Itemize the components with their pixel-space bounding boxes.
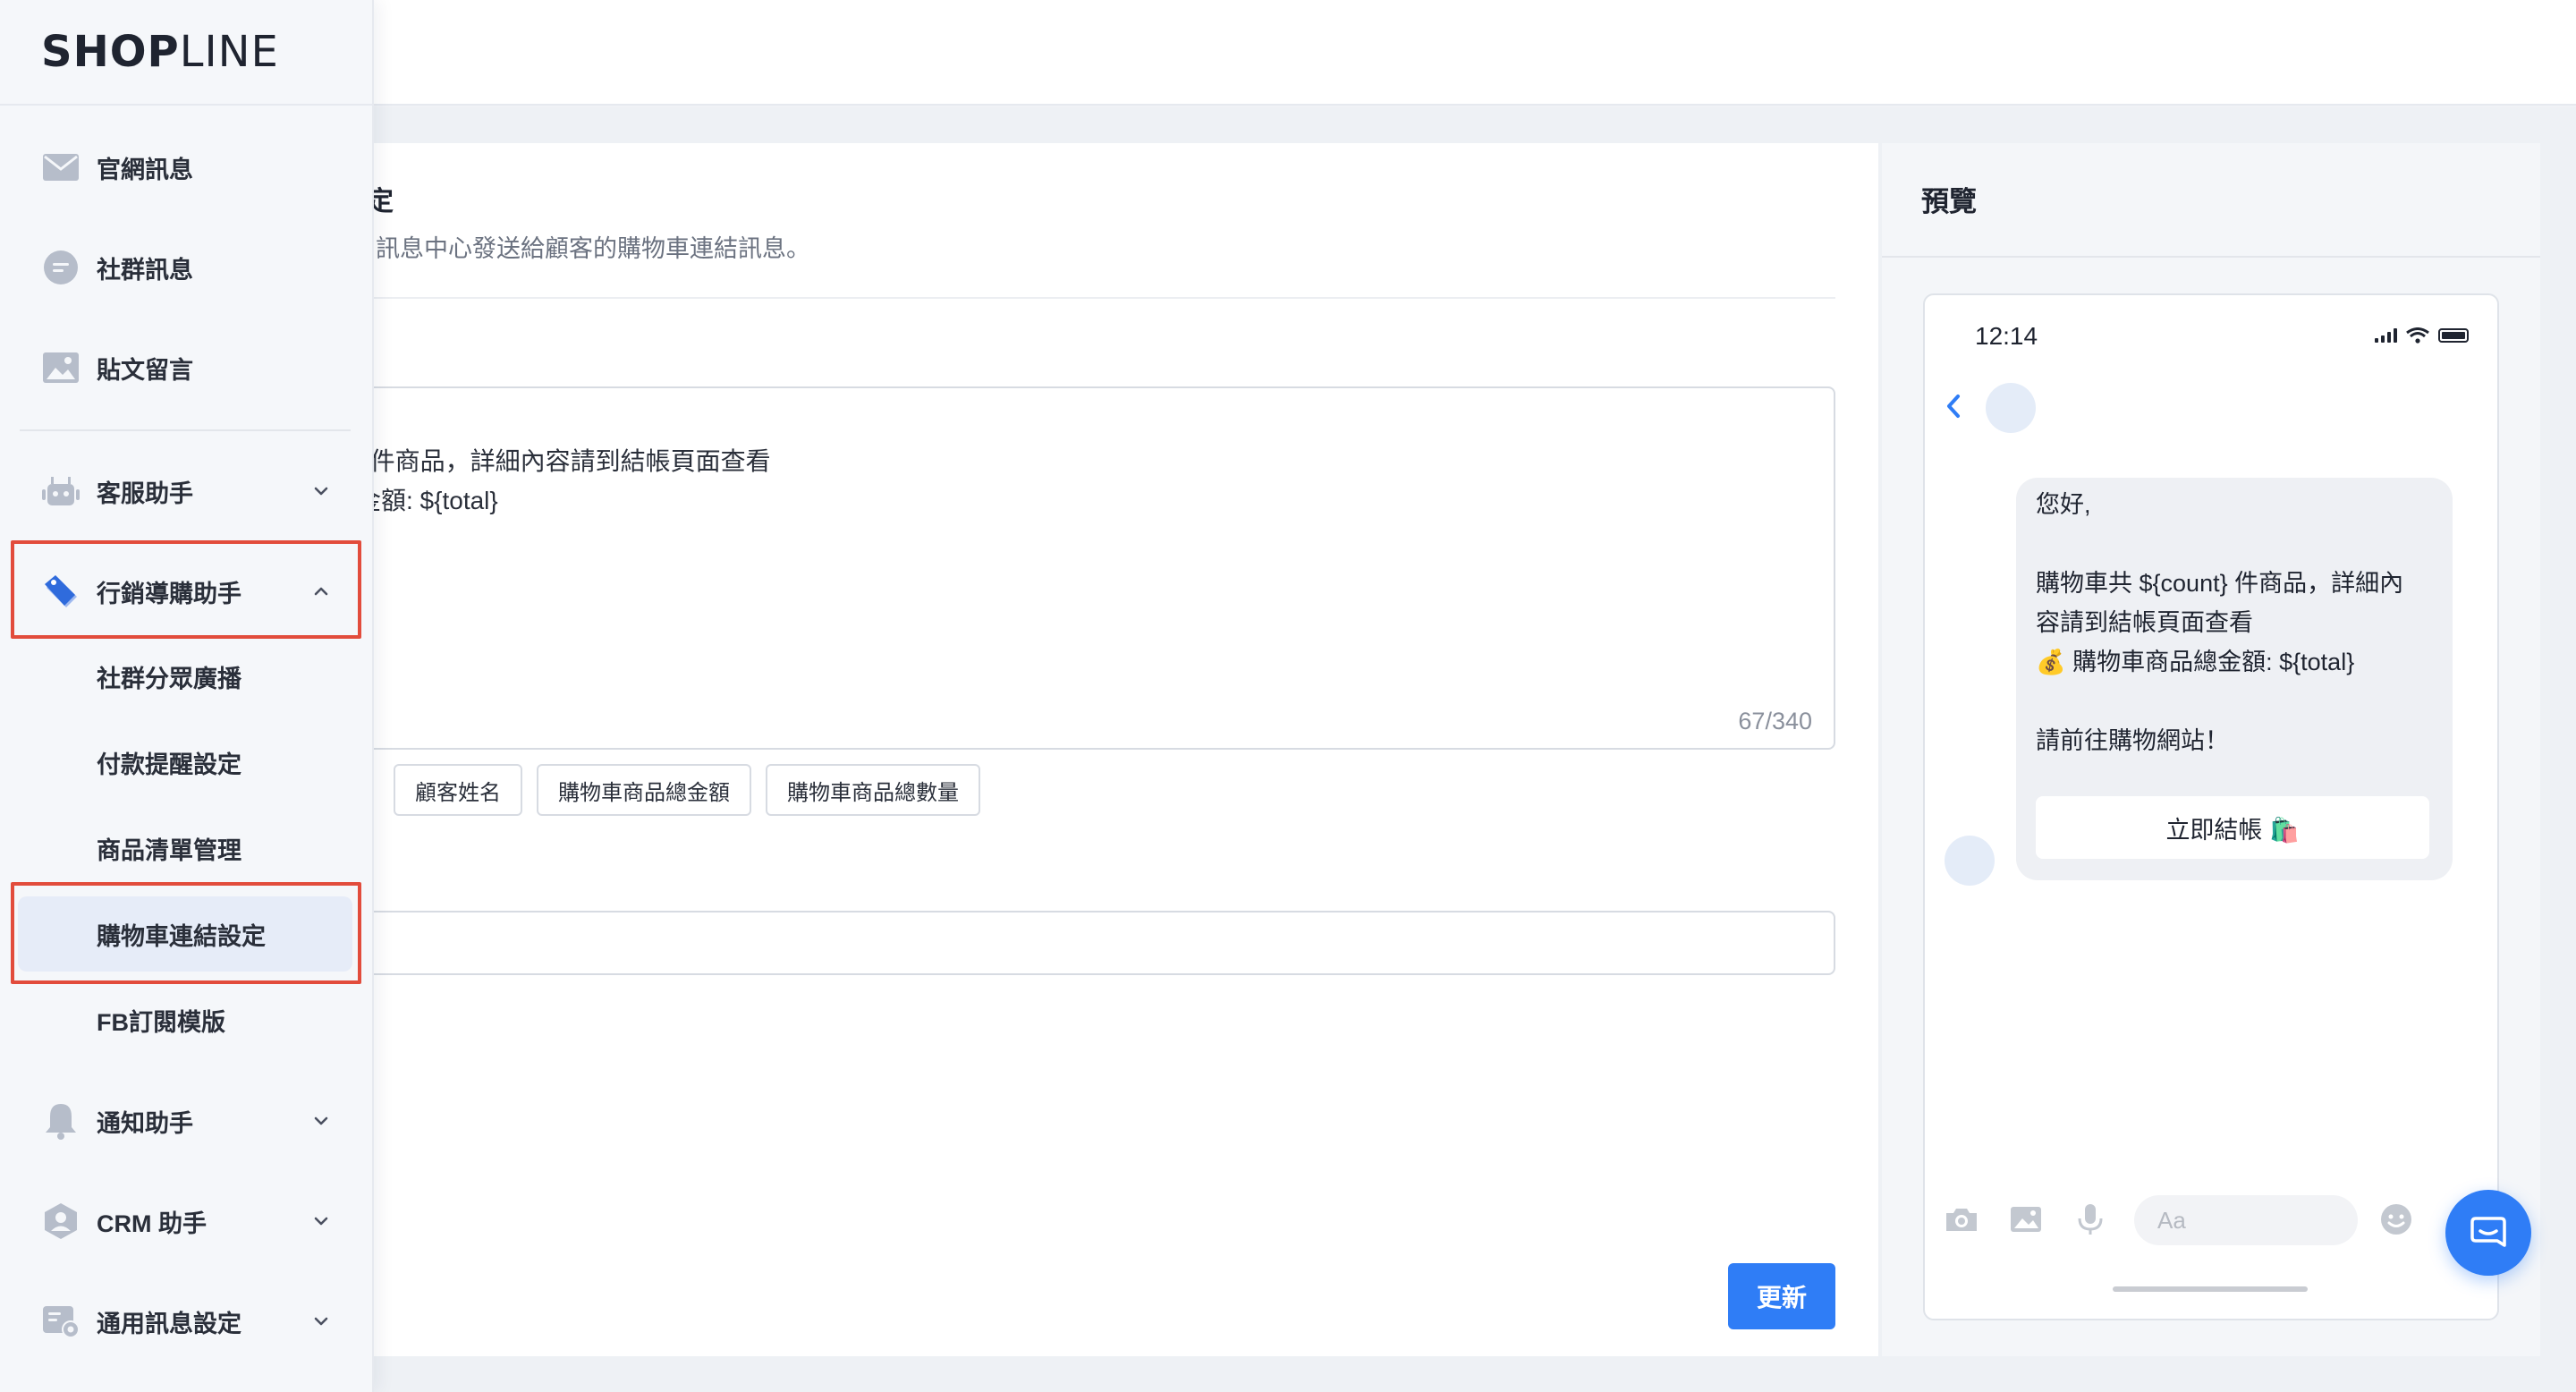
image-icon[interactable] — [2005, 1199, 2046, 1240]
camera-icon[interactable] — [1941, 1199, 1982, 1240]
preview-header: 預覽 — [1882, 143, 2540, 258]
sidebar-item-general-settings[interactable]: 通用訊息設定 — [18, 1281, 358, 1362]
chat-bubble-icon — [41, 248, 80, 287]
sidebar-item-crm-assistant[interactable]: CRM 助手 — [18, 1181, 358, 1261]
shopline-logo[interactable]: SHOPLINE — [41, 27, 279, 77]
sidebar-item-cs-assistant[interactable]: 客服助手 — [18, 451, 358, 531]
sidebar-item-label: CRM 助手 — [97, 1210, 207, 1237]
sidebar-item-label: 社群訊息 — [97, 256, 193, 284]
section-description: 訊息中心發送給顧客的購物車連結訊息。 — [376, 235, 810, 262]
link-input[interactable] — [304, 911, 1835, 975]
sidebar-item-label: 官網訊息 — [97, 156, 193, 183]
avatar — [1986, 383, 2036, 433]
sidebar-subitem-cart-link-settings[interactable]: 購物車連結設定 — [18, 896, 352, 972]
sidebar-subitem-fb-template[interactable]: FB訂閱模版 — [18, 982, 352, 1057]
wifi-icon — [2406, 327, 2429, 344]
message-line: ount} 件商品，詳細內容請到結帳頁面查看 — [306, 447, 771, 475]
sidebar-item-label: 通知助手 — [97, 1109, 193, 1137]
sidebar-divider — [20, 429, 351, 431]
chevron-down-icon — [314, 487, 328, 496]
sidebar: SHOPLINE 官網訊息 社群訊息 貼文留言 客服助手 行銷導購助手 社群分眾… — [0, 0, 374, 1392]
robot-icon — [41, 471, 80, 511]
sidebar-item-label: 行銷導購助手 — [97, 580, 242, 607]
mail-icon — [41, 148, 80, 187]
sidebar-item-post-comments[interactable]: 貼文留言 — [18, 327, 358, 408]
sidebar-subitem-product-list[interactable]: 商品清單管理 — [18, 811, 352, 886]
message-textarea[interactable]: ount} 件商品，詳細內容請到結帳頁面查看 品總金額: ${total} 站！… — [304, 386, 1835, 750]
bell-icon — [41, 1101, 80, 1141]
bubble-line: 容請到結帳頁面查看 — [2036, 609, 2253, 636]
battery-icon — [2438, 328, 2469, 343]
sidebar-item-label: 客服助手 — [97, 480, 193, 507]
tag-icon — [41, 572, 80, 611]
sidebar-item-social-messages[interactable]: 社群訊息 — [18, 227, 358, 308]
image-icon — [41, 348, 80, 387]
sidebar-subitem-label: 購物車連結設定 — [97, 922, 266, 950]
chat-icon — [2470, 1217, 2506, 1247]
bubble-line: 💰 購物車商品總金額: ${total} — [2036, 649, 2355, 675]
message-composer: Aa — [1925, 1190, 2497, 1252]
bubble-greeting: 您好, — [2036, 491, 2091, 518]
chevron-up-icon — [314, 587, 328, 596]
preview-title: 預覽 — [1921, 186, 1977, 217]
sidebar-subitem-payment-reminder[interactable]: 付款提醒設定 — [18, 725, 352, 800]
sidebar-subitem-label: 付款提醒設定 — [97, 751, 242, 778]
chat-support-button[interactable] — [2445, 1190, 2531, 1276]
signal-icon — [2375, 328, 2397, 343]
status-icons — [2375, 327, 2469, 344]
settings-card-icon — [41, 1302, 80, 1341]
chevron-down-icon — [314, 1116, 328, 1125]
update-button[interactable]: 更新 — [1728, 1263, 1835, 1329]
sidebar-item-label: 貼文留言 — [97, 356, 193, 384]
message-bubble: 您好, 購物車共 ${count} 件商品，詳細內 容請到結帳頁面查看 💰 購物… — [2016, 478, 2453, 880]
chevron-down-icon — [314, 1317, 328, 1326]
sidebar-item-label: 通用訊息設定 — [97, 1310, 242, 1337]
logo-area: SHOPLINE — [0, 0, 372, 106]
sidebar-item-marketing-assistant[interactable]: 行銷導購助手 — [18, 551, 358, 632]
bubble-line: 購物車共 ${count} 件商品，詳細內 — [2036, 570, 2404, 597]
phone-mockup: 12:14 您好, 購物車共 ${count} 件商品，詳細內 容請到結帳頁面查… — [1923, 293, 2499, 1320]
status-time: 12:14 — [1975, 322, 2038, 350]
checkout-button[interactable]: 立即結帳 🛍️ — [2036, 796, 2429, 859]
section-divider — [340, 297, 1835, 299]
message-input[interactable]: Aa — [2134, 1195, 2358, 1245]
microphone-icon[interactable] — [2070, 1199, 2111, 1240]
character-counter: 67/340 — [1738, 708, 1812, 734]
preview-panel: 預覽 12:14 您好, 購物車共 ${count} 件商品，詳細內 容請到結帳… — [1882, 143, 2540, 1356]
sidebar-subitem-label: 商品清單管理 — [97, 836, 242, 864]
top-bar — [0, 0, 2576, 106]
link-settings-card: 定 訊息中心發送給顧客的購物車連結訊息。 ount} 件商品，詳細內容請到結帳頁… — [304, 143, 1878, 1356]
variable-tag-cart-total[interactable]: 購物車商品總金額 — [537, 764, 751, 816]
variable-tag-customer-name[interactable]: 顧客姓名 — [394, 764, 522, 816]
home-indicator — [2113, 1286, 2308, 1292]
crm-user-icon — [41, 1201, 80, 1241]
sidebar-subitem-label: 社群分眾廣播 — [97, 665, 242, 692]
avatar — [1945, 836, 1995, 886]
chevron-down-icon — [314, 1217, 328, 1226]
back-chevron-icon[interactable] — [1945, 394, 1962, 419]
sidebar-item-notify-assistant[interactable]: 通知助手 — [18, 1081, 358, 1161]
bubble-line: 請前往購物網站！ — [2036, 727, 2229, 754]
emoji-icon[interactable] — [2376, 1199, 2417, 1240]
sidebar-subitem-label: FB訂閱模版 — [97, 1008, 225, 1036]
sidebar-item-web-messages[interactable]: 官網訊息 — [18, 127, 358, 208]
variable-tag-cart-count[interactable]: 購物車商品總數量 — [766, 764, 980, 816]
sidebar-subitem-social-broadcast[interactable]: 社群分眾廣播 — [18, 639, 352, 714]
